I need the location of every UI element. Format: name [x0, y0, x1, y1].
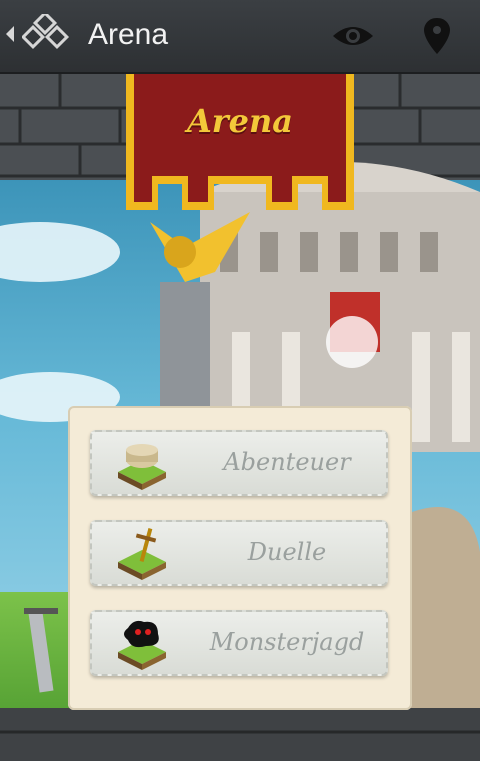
monster-icon: [118, 620, 166, 670]
app-logo-icon[interactable]: [22, 14, 76, 58]
arena-banner: Arena: [126, 72, 354, 210]
location-pin-icon[interactable]: [420, 16, 454, 56]
banner-shape: [126, 72, 354, 210]
back-caret-icon[interactable]: [6, 26, 14, 42]
duels-button[interactable]: Duelle: [90, 520, 388, 586]
arena-scene: Arena Abenteuer Duelle Monsterjagd: [0, 72, 480, 761]
duels-label: Duelle: [247, 538, 327, 566]
page-title: Arena: [88, 18, 169, 51]
monster-hunt-label: Monsterjagd: [209, 628, 365, 656]
adventure-label: Abenteuer: [223, 448, 351, 476]
action-bar: Arena: [0, 0, 480, 74]
eye-icon[interactable]: [330, 18, 376, 54]
banner-title: Arena: [186, 102, 294, 140]
sword-icon: [118, 528, 166, 580]
monster-hunt-button[interactable]: Monsterjagd: [90, 610, 388, 676]
arena-menu-panel: Abenteuer Duelle Monsterjagd: [68, 406, 412, 710]
adventure-button[interactable]: Abenteuer: [90, 430, 388, 496]
colosseum-icon: [118, 444, 166, 490]
